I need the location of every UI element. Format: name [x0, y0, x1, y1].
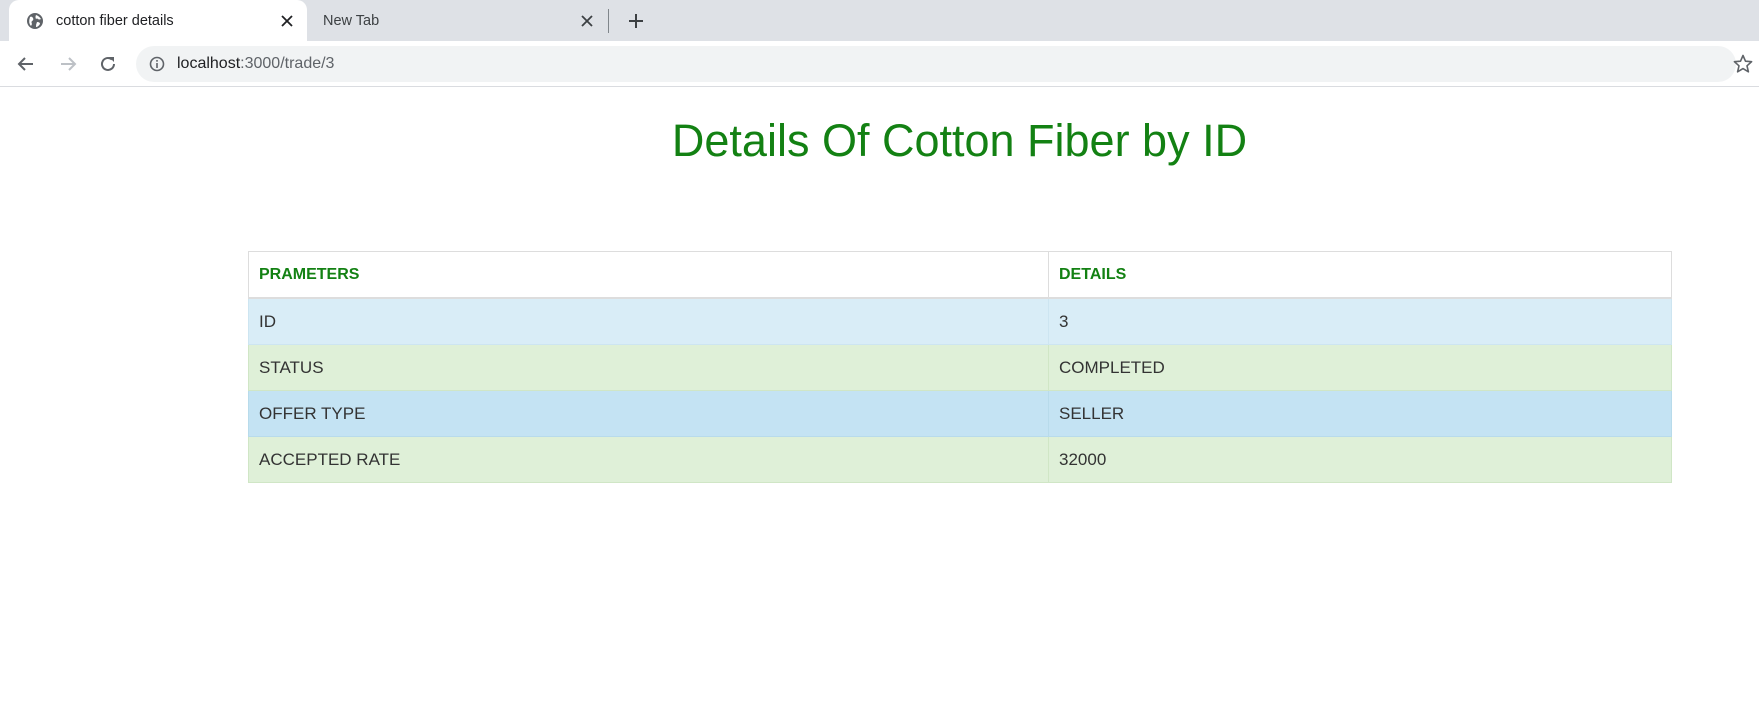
- column-header-details: DETAILS: [1048, 251, 1672, 299]
- param-cell: STATUS: [248, 344, 1049, 391]
- column-header-parameters: PRAMETERS: [248, 251, 1049, 299]
- globe-icon: [26, 12, 44, 30]
- table-header-row: PRAMETERS DETAILS: [248, 251, 1672, 299]
- address-bar[interactable]: localhost:3000/trade/3: [136, 46, 1736, 82]
- param-cell: ID: [248, 297, 1049, 345]
- new-tab-button[interactable]: [622, 7, 650, 35]
- arrow-right-icon: [61, 57, 77, 71]
- browser-toolbar: localhost:3000/trade/3: [0, 41, 1759, 87]
- plus-icon: [629, 14, 643, 28]
- tab-cotton-fiber-details[interactable]: cotton fiber details: [9, 0, 307, 41]
- page-title: Details Of Cotton Fiber by ID: [671, 115, 1248, 166]
- forward-button[interactable]: [52, 48, 84, 80]
- arrow-left-icon: [17, 57, 33, 71]
- value-cell: COMPLETED: [1048, 344, 1672, 391]
- table-row: OFFER TYPE SELLER: [248, 390, 1672, 437]
- tab-title: cotton fiber details: [56, 12, 174, 29]
- info-icon[interactable]: [149, 56, 165, 72]
- close-tab-icon[interactable]: [575, 9, 599, 33]
- value-cell: 3: [1048, 297, 1672, 345]
- tab-new-tab[interactable]: New Tab: [309, 0, 607, 41]
- tab-separator: [608, 9, 609, 33]
- table-row: ID 3: [248, 297, 1672, 345]
- tab-title: New Tab: [323, 12, 380, 29]
- page-content: Details Of Cotton Fiber by ID PRAMETERS …: [0, 87, 1759, 727]
- tab-strip: cotton fiber details New Tab: [0, 0, 1759, 41]
- browser-chrome: cotton fiber details New Tab localhost:…: [0, 0, 1759, 87]
- table-row: STATUS COMPLETED: [248, 344, 1672, 391]
- details-table: PRAMETERS DETAILS ID 3 STATUS COMPLETED …: [248, 251, 1672, 483]
- table-row: ACCEPTED RATE 32000: [248, 436, 1672, 483]
- bookmark-star-icon[interactable]: [1731, 52, 1755, 76]
- url-path: :3000/trade/3: [240, 55, 335, 72]
- param-cell: ACCEPTED RATE: [248, 436, 1049, 483]
- close-tab-icon[interactable]: [275, 9, 299, 33]
- url-host: localhost: [177, 55, 241, 72]
- value-cell: SELLER: [1048, 390, 1672, 437]
- param-cell: OFFER TYPE: [248, 390, 1049, 437]
- back-button[interactable]: [10, 48, 42, 80]
- reload-icon: [101, 56, 115, 71]
- value-cell: 32000: [1048, 436, 1672, 483]
- reload-button[interactable]: [92, 48, 124, 80]
